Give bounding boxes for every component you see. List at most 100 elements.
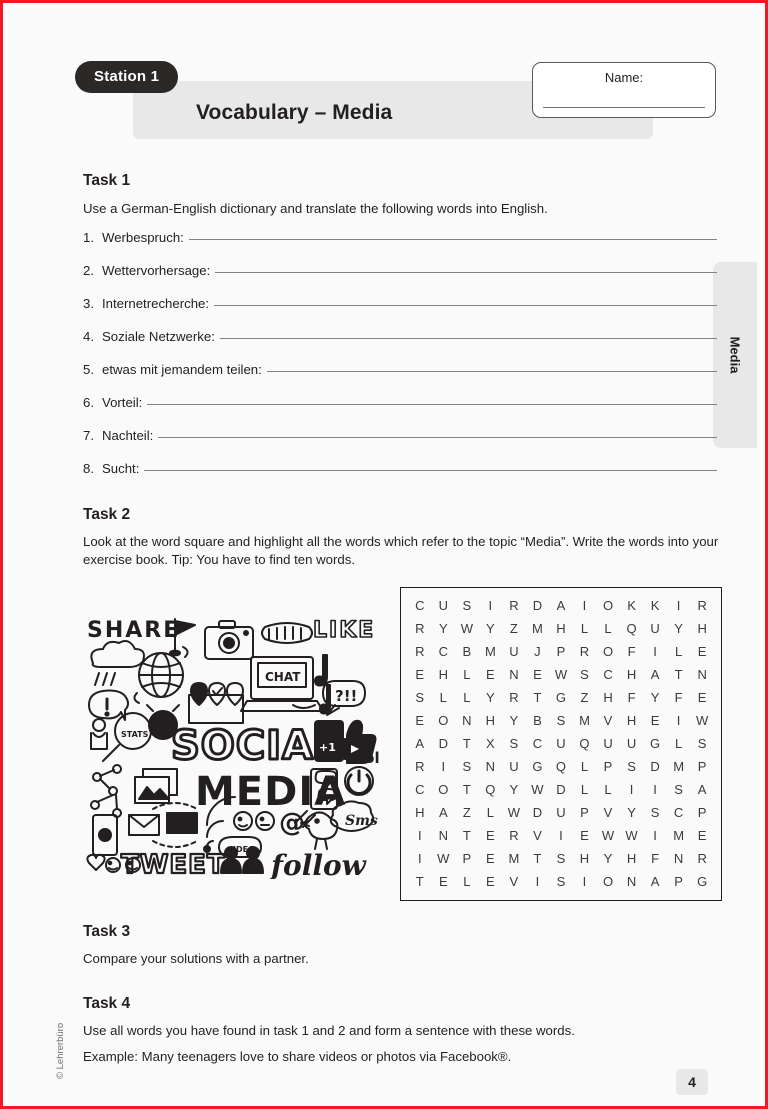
grid-cell[interactable]: P [690, 805, 714, 820]
grid-cell[interactable]: O [596, 598, 620, 613]
grid-cell[interactable]: R [502, 598, 526, 613]
grid-cell[interactable]: S [502, 736, 526, 751]
grid-cell[interactable]: H [479, 713, 503, 728]
grid-cell[interactable]: I [526, 874, 550, 889]
grid-cell[interactable]: R [573, 644, 597, 659]
grid-cell[interactable]: O [432, 782, 456, 797]
grid-cell[interactable]: H [620, 713, 644, 728]
grid-cell[interactable]: G [690, 874, 714, 889]
grid-cell[interactable]: I [408, 828, 432, 843]
grid-cell[interactable]: D [432, 736, 456, 751]
list-item[interactable]: 8. Sucht: [83, 461, 717, 494]
grid-cell[interactable]: U [643, 621, 667, 636]
answer-line[interactable] [144, 470, 717, 471]
grid-cell[interactable]: I [479, 598, 503, 613]
grid-cell[interactable]: T [526, 690, 550, 705]
grid-cell[interactable]: U [432, 598, 456, 613]
grid-cell[interactable]: C [526, 736, 550, 751]
grid-cell[interactable]: I [432, 759, 456, 774]
grid-cell[interactable]: T [455, 828, 479, 843]
list-item[interactable]: 2. Wettervorhersage: [83, 263, 717, 296]
grid-cell[interactable]: M [526, 621, 550, 636]
grid-cell[interactable]: T [408, 874, 432, 889]
grid-cell[interactable]: W [526, 782, 550, 797]
grid-cell[interactable]: P [596, 759, 620, 774]
grid-cell[interactable]: L [596, 621, 620, 636]
grid-cell[interactable]: E [479, 667, 503, 682]
grid-cell[interactable]: W [549, 667, 573, 682]
grid-cell[interactable]: E [690, 644, 714, 659]
grid-cell[interactable]: E [408, 713, 432, 728]
answer-line[interactable] [219, 338, 717, 339]
grid-cell[interactable]: H [408, 805, 432, 820]
grid-cell[interactable]: H [432, 667, 456, 682]
grid-cell[interactable]: U [502, 759, 526, 774]
grid-cell[interactable]: L [573, 782, 597, 797]
grid-cell[interactable]: C [596, 667, 620, 682]
grid-cell[interactable]: U [549, 736, 573, 751]
grid-cell[interactable]: W [620, 828, 644, 843]
grid-cell[interactable]: F [667, 690, 691, 705]
grid-cell[interactable]: B [526, 713, 550, 728]
grid-cell[interactable]: I [643, 644, 667, 659]
grid-cell[interactable]: M [573, 713, 597, 728]
grid-cell[interactable]: Z [573, 690, 597, 705]
grid-cell[interactable]: E [432, 874, 456, 889]
grid-cell[interactable]: D [526, 805, 550, 820]
grid-cell[interactable]: T [455, 736, 479, 751]
grid-cell[interactable]: I [643, 782, 667, 797]
grid-cell[interactable]: P [667, 874, 691, 889]
grid-cell[interactable]: R [408, 644, 432, 659]
grid-cell[interactable]: S [408, 690, 432, 705]
grid-cell[interactable]: Z [455, 805, 479, 820]
name-field-box[interactable]: Name: [532, 62, 716, 118]
grid-cell[interactable]: R [690, 851, 714, 866]
grid-cell[interactable]: S [620, 759, 644, 774]
grid-cell[interactable]: V [596, 713, 620, 728]
grid-cell[interactable]: W [690, 713, 714, 728]
list-item[interactable]: 5. etwas mit jemandem teilen: [83, 362, 717, 395]
grid-cell[interactable]: Y [479, 690, 503, 705]
grid-cell[interactable]: E [479, 874, 503, 889]
grid-cell[interactable]: E [690, 690, 714, 705]
grid-cell[interactable]: S [690, 736, 714, 751]
grid-cell[interactable]: Q [573, 736, 597, 751]
grid-cell[interactable]: A [690, 782, 714, 797]
grid-cell[interactable]: C [432, 644, 456, 659]
grid-cell[interactable]: L [596, 782, 620, 797]
grid-cell[interactable]: Q [620, 621, 644, 636]
grid-cell[interactable]: L [432, 690, 456, 705]
grid-cell[interactable]: E [573, 828, 597, 843]
grid-cell[interactable]: J [526, 644, 550, 659]
grid-cell[interactable]: U [549, 805, 573, 820]
grid-cell[interactable]: E [643, 713, 667, 728]
grid-cell[interactable]: M [502, 851, 526, 866]
grid-cell[interactable]: E [526, 667, 550, 682]
grid-cell[interactable]: H [620, 667, 644, 682]
grid-cell[interactable]: P [549, 644, 573, 659]
grid-cell[interactable]: N [432, 828, 456, 843]
grid-cell[interactable]: N [667, 851, 691, 866]
grid-cell[interactable]: D [549, 782, 573, 797]
grid-cell[interactable]: N [455, 713, 479, 728]
grid-cell[interactable]: I [667, 598, 691, 613]
grid-cell[interactable]: Y [502, 713, 526, 728]
grid-cell[interactable]: M [667, 828, 691, 843]
grid-cell[interactable]: S [455, 598, 479, 613]
answer-line[interactable] [188, 239, 717, 240]
word-search-grid[interactable]: C U S I R D A I O K K I R R Y W Y Z M H … [400, 587, 722, 901]
grid-cell[interactable]: K [643, 598, 667, 613]
grid-cell[interactable]: Y [643, 690, 667, 705]
grid-cell[interactable]: C [408, 782, 432, 797]
grid-cell[interactable]: R [690, 598, 714, 613]
grid-cell[interactable]: L [455, 690, 479, 705]
grid-cell[interactable]: E [690, 828, 714, 843]
grid-cell[interactable]: W [455, 621, 479, 636]
grid-cell[interactable]: Y [479, 621, 503, 636]
grid-cell[interactable]: Y [596, 851, 620, 866]
grid-cell[interactable]: L [573, 759, 597, 774]
grid-cell[interactable]: U [620, 736, 644, 751]
grid-cell[interactable]: S [455, 759, 479, 774]
grid-cell[interactable]: Y [620, 805, 644, 820]
grid-cell[interactable]: T [667, 667, 691, 682]
